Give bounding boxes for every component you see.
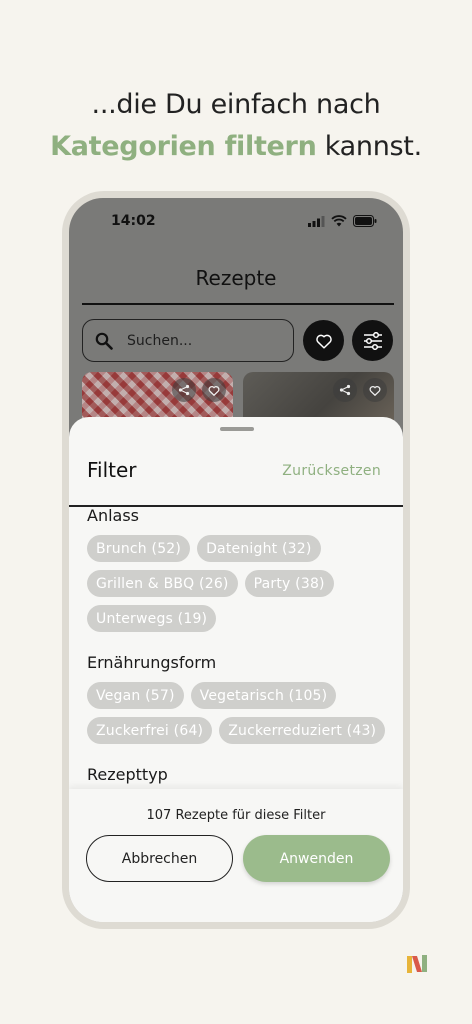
sheet-drag-handle[interactable] — [220, 427, 254, 431]
title-divider — [82, 303, 394, 305]
filter-chip[interactable]: Datenight (32) — [197, 535, 321, 562]
headline-rest: kannst. — [316, 131, 422, 162]
chip-group-anlass: Brunch (52) Datenight (32) Grillen & BBQ… — [87, 535, 391, 632]
cancel-button[interactable]: Abbrechen — [86, 835, 233, 882]
like-button[interactable] — [363, 378, 387, 402]
share-icon — [339, 384, 351, 396]
filter-chip[interactable]: Unterwegs (19) — [87, 605, 217, 632]
share-icon — [178, 384, 190, 396]
reset-button[interactable]: Zurücksetzen — [282, 463, 381, 479]
filter-chip[interactable]: Vegetarisch (105) — [190, 682, 337, 709]
filter-button[interactable] — [352, 320, 393, 361]
section-label-anlass: Anlass — [87, 506, 140, 525]
headline-line-2: Kategorien filtern kannst. — [0, 126, 472, 168]
brand-logo — [407, 955, 427, 973]
sheet-title: Filter — [87, 458, 137, 482]
status-time: 14:02 — [111, 213, 156, 229]
battery-icon — [353, 215, 377, 227]
search-input[interactable] — [127, 332, 267, 349]
share-button[interactable] — [172, 378, 196, 402]
filter-chip[interactable]: Zuckerfrei (64) — [87, 717, 213, 744]
section-label-rezepttyp: Rezepttyp — [87, 765, 168, 784]
signal-icon — [308, 215, 325, 227]
search-box[interactable] — [82, 319, 294, 362]
phone-screen: 14:02 Rezepte Filter Zurücksetzen — [69, 198, 403, 922]
app-title: Rezepte — [195, 266, 277, 290]
filter-chip[interactable]: Party (38) — [244, 570, 334, 597]
headline-line-1: ...die Du einfach nach — [91, 89, 381, 120]
heart-icon — [369, 385, 381, 396]
search-icon — [95, 332, 113, 350]
promo-headline: ...die Du einfach nach Kategorien filter… — [0, 84, 472, 168]
status-icons — [308, 215, 377, 227]
favorites-button[interactable] — [303, 320, 344, 361]
filter-chip[interactable]: Grillen & BBQ (26) — [87, 570, 238, 597]
heart-icon — [208, 385, 220, 396]
share-button[interactable] — [333, 378, 357, 402]
section-label-ernaehrungsform: Ernährungsform — [87, 653, 217, 672]
like-button[interactable] — [202, 378, 226, 402]
result-count: 107 Rezepte für diese Filter — [146, 808, 326, 823]
filter-chip[interactable]: Brunch (52) — [87, 535, 191, 562]
headline-accent: Kategorien filtern — [50, 131, 317, 162]
filter-chip[interactable]: Zuckerreduziert (43) — [219, 717, 386, 744]
chip-group-ernaehrungsform: Vegan (57) Vegetarisch (105) Zuckerfrei … — [87, 682, 391, 744]
sheet-footer: 107 Rezepte für diese Filter Abbrechen A… — [69, 789, 403, 922]
apply-button[interactable]: Anwenden — [243, 835, 390, 882]
filter-chip[interactable]: Vegan (57) — [87, 682, 184, 709]
filter-sliders-icon — [363, 331, 382, 350]
heart-icon — [315, 334, 332, 349]
filter-sheet: Filter Zurücksetzen Anlass Brunch (52) D… — [69, 417, 403, 922]
wifi-icon — [331, 215, 347, 227]
